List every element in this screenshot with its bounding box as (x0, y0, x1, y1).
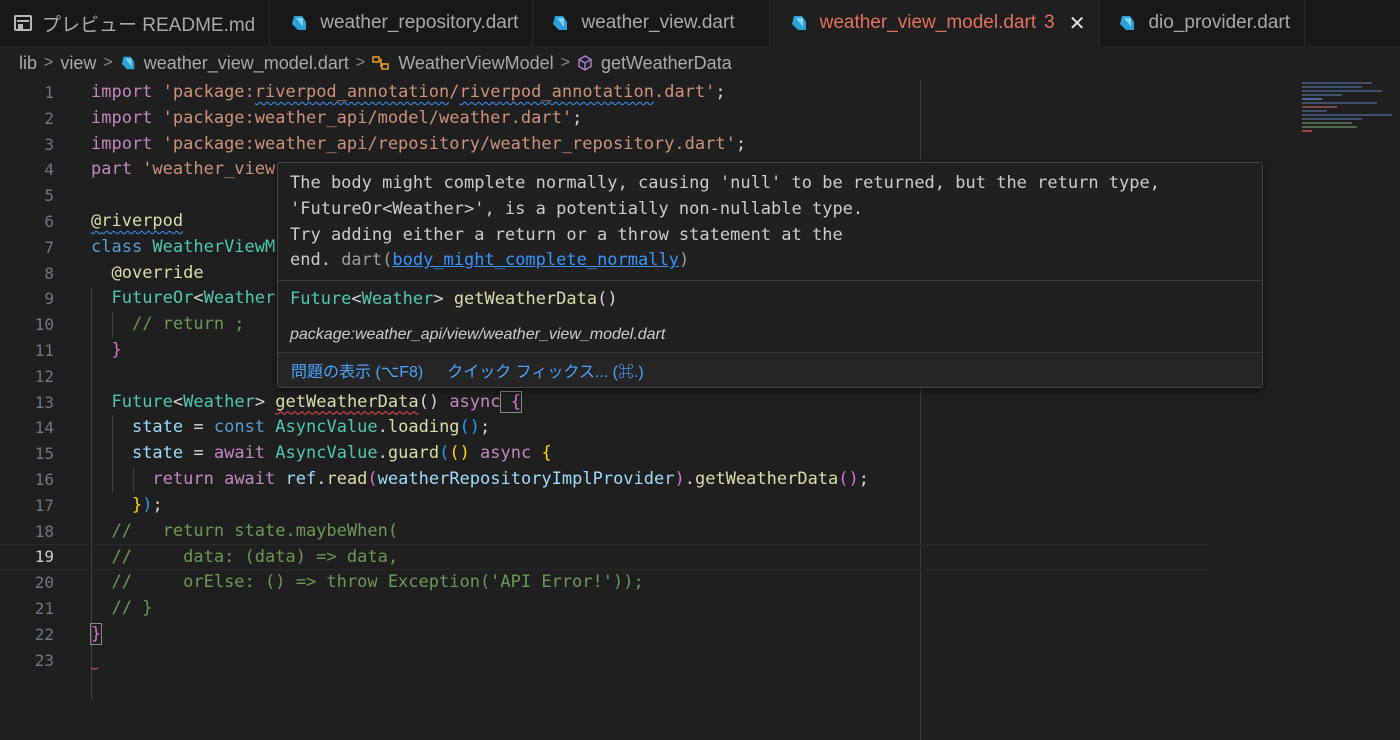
hover-message-line: Try adding either a return or a throw st… (290, 224, 843, 245)
minimap-line (1302, 118, 1362, 120)
tab-bar: プレビュー README.md weather_repository.dart … (0, 0, 1400, 46)
breadcrumb-view[interactable]: view (60, 53, 96, 74)
class-symbol-icon (372, 56, 389, 70)
minimap-line (1302, 82, 1372, 84)
minimap-line (1302, 122, 1352, 124)
minimap-line (1302, 98, 1322, 100)
line-number: 2 (44, 108, 54, 128)
tab-dio-provider[interactable]: dio_provider.dart (1100, 0, 1306, 46)
hover-message-line: end. dart(body_might_complete_normally) (290, 250, 690, 271)
breadcrumb-method-label: getWeatherData (600, 52, 732, 73)
hover-package-path: package:weather_api/view/weather_view_mo… (278, 317, 1262, 353)
tab-label: weather_view_model.dart (819, 12, 1037, 33)
breadcrumb-class[interactable]: WeatherViewModel (372, 52, 554, 74)
code-line: // orElse: () => throw Exception('API Er… (111, 572, 644, 593)
minimap-line (1302, 86, 1362, 88)
tab-label: dio_provider.dart (1148, 12, 1291, 33)
close-icon[interactable]: ✕ (1069, 11, 1086, 36)
chevron-right-icon: > (560, 54, 570, 71)
breadcrumb-lib[interactable]: lib (19, 53, 37, 74)
minimap-line (1302, 94, 1342, 96)
code-line: return await ref.read(weatherRepositoryI… (152, 468, 870, 489)
line-number: 15 (34, 444, 54, 464)
minimap-line (1302, 102, 1377, 104)
line-number: 8 (44, 263, 54, 283)
breadcrumb-file-label: weather_view_model.dart (143, 52, 349, 73)
tab-label: プレビュー README.md (42, 14, 256, 36)
line-number: 10 (34, 315, 54, 335)
line-number: 18 (34, 521, 54, 541)
line-number: 20 (34, 573, 54, 593)
dart-icon (292, 16, 307, 30)
code-line: } (89, 622, 103, 645)
dart-icon (121, 56, 134, 70)
chevron-right-icon: > (44, 54, 54, 71)
line-number: 17 (34, 495, 54, 515)
breadcrumb-method[interactable]: getWeatherData (577, 53, 732, 74)
line-number: 1 (44, 83, 54, 102)
line-number: 23 (34, 650, 54, 670)
dart-icon (791, 16, 806, 30)
line-number: 12 (34, 366, 54, 386)
breadcrumb: lib > view > weather_view_model.dart > W… (0, 46, 1400, 80)
minimap-line (1302, 114, 1392, 116)
view-problem-action[interactable]: 問題の表示 (⌥F8) (291, 358, 423, 382)
code-line: Future<Weather> getWeatherData() async { (111, 390, 523, 413)
code-line: }); (131, 494, 163, 515)
line-number: 11 (34, 340, 54, 360)
hover-message-line: 'FutureOr<Weather>', is a potentially no… (290, 198, 864, 219)
current-code-line: // data: (data) => data, (0, 544, 1208, 571)
minimap-line (1302, 130, 1312, 132)
tab-weather-repository[interactable]: weather_repository.dart (270, 0, 534, 46)
diagnostic-code-link[interactable]: body_might_complete_normally (392, 250, 679, 270)
minimap-line (1302, 106, 1337, 108)
minimap-line (1302, 90, 1382, 92)
code-line: state = await AsyncValue.guard(() async … (131, 443, 552, 464)
line-number: 14 (34, 418, 54, 438)
breadcrumb-class-label: WeatherViewModel (398, 52, 554, 73)
tab-weather-view-model[interactable]: weather_view_model.dart 3 ✕ (769, 0, 1101, 46)
tab-weather-view[interactable]: weather_view.dart (533, 0, 770, 46)
line-number: 9 (44, 289, 54, 309)
line-number: 22 (34, 624, 54, 644)
line-number: 6 (44, 211, 54, 231)
hover-actions: 問題の表示 (⌥F8) クイック フィックス... (⌘.) (278, 353, 1262, 387)
error-squiggle: ⌣ (90, 660, 100, 676)
line-number: 5 (44, 186, 54, 206)
line-number: 13 (34, 392, 54, 412)
problem-count-badge: 3 (1044, 12, 1055, 33)
chevron-right-icon: > (355, 54, 366, 71)
line-number-gutter: 1 2 3 4 5 6 7 8 9 10 11 12 13 14 15 16 1… (0, 80, 70, 673)
quick-fix-action[interactable]: クイック フィックス... (⌘.) (447, 358, 644, 382)
minimap[interactable] (1302, 80, 1400, 170)
tab-readme-preview[interactable]: プレビュー README.md (0, 0, 271, 46)
minimap-line (1302, 110, 1327, 112)
code-line: // return state.maybeWhen( (111, 520, 399, 541)
chevron-right-icon: > (103, 54, 113, 71)
dart-icon (1120, 16, 1135, 30)
method-symbol-icon (578, 55, 592, 71)
tab-label: weather_repository.dart (320, 12, 519, 33)
code-line: state = const AsyncValue.loading(); (131, 417, 491, 438)
breadcrumb-file[interactable]: weather_view_model.dart (120, 53, 349, 74)
dart-icon (553, 16, 568, 30)
code-line: import 'package:riverpod_annotation/rive… (91, 82, 726, 102)
line-number: 21 (34, 598, 54, 618)
code-line: import 'package:weather_api/repository/w… (91, 133, 747, 154)
hover-signature: Future<Weather> getWeatherData() (290, 289, 618, 309)
line-number: 3 (44, 134, 54, 154)
code-line: // } (111, 597, 153, 618)
hover-message-line: The body might complete normally, causin… (290, 173, 1160, 193)
tab-label: weather_view.dart (581, 12, 735, 33)
line-number: 4 (44, 160, 54, 180)
line-number: 7 (44, 237, 54, 257)
line-number: 16 (34, 469, 54, 489)
hover-message: The body might complete normally, causin… (278, 163, 1262, 281)
diagnostic-hover: The body might complete normally, causin… (277, 162, 1263, 388)
minimap-line (1302, 126, 1357, 128)
code-line: import 'package:weather_api/model/weathe… (91, 107, 583, 128)
preview-icon (14, 15, 32, 31)
